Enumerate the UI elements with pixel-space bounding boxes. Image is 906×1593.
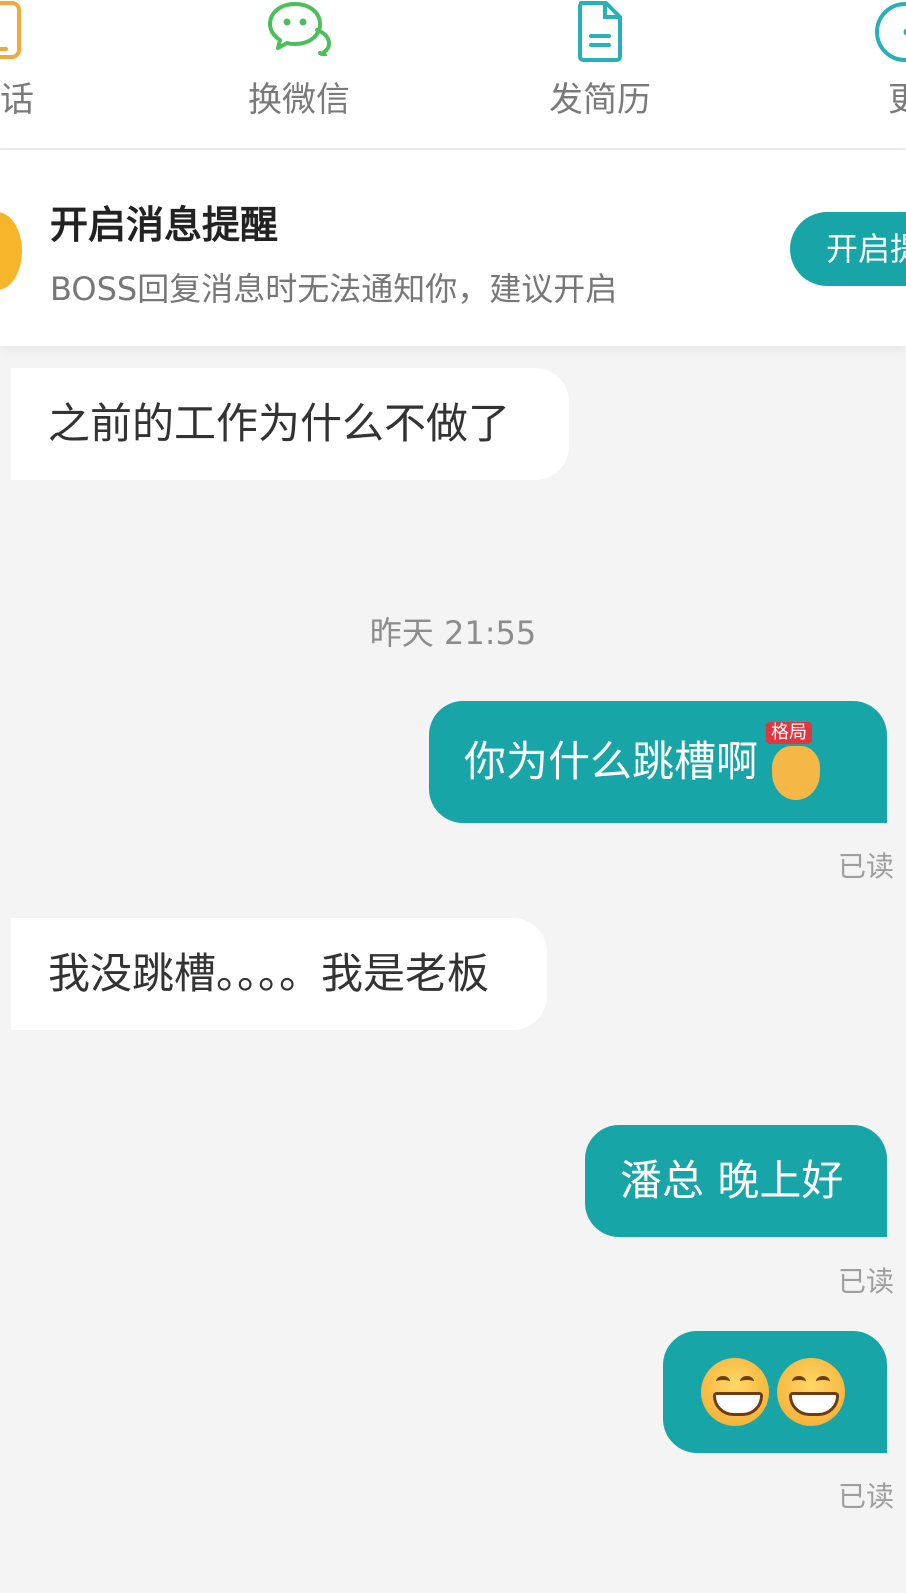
more-icon bbox=[875, 2, 906, 62]
message-text: 你为什么跳槽啊 bbox=[464, 737, 759, 786]
bell-icon bbox=[0, 212, 22, 290]
read-status: 已读 bbox=[837, 850, 894, 883]
more-action[interactable]: 更 bbox=[820, 0, 906, 140]
pinch-hand-emoji-icon: 格局 bbox=[758, 722, 826, 800]
message-text: 潘总 晚上好 bbox=[620, 1156, 844, 1205]
incoming-message[interactable]: 我没跳槽。。。。我是老板 bbox=[11, 918, 547, 1030]
outgoing-message[interactable]: 潘总 晚上好 bbox=[585, 1125, 887, 1237]
message-text: 之前的工作为什么不做了 bbox=[48, 399, 511, 448]
message-text: 我没跳槽。。。。我是老板 bbox=[48, 949, 490, 998]
resume-icon bbox=[578, 1, 622, 62]
outgoing-emoji-message[interactable] bbox=[663, 1331, 887, 1453]
phone-label: 电话 bbox=[0, 80, 34, 120]
phone-action[interactable]: 电话 bbox=[0, 0, 85, 140]
grinning-face-icon bbox=[701, 1358, 769, 1426]
incoming-message[interactable]: 之前的工作为什么不做了 bbox=[11, 368, 569, 480]
wechat-label: 换微信 bbox=[248, 80, 350, 120]
resume-action[interactable]: 发简历 bbox=[515, 0, 685, 140]
emoji-tag: 格局 bbox=[766, 722, 813, 744]
read-status: 已读 bbox=[837, 1480, 894, 1513]
grinning-face-icon bbox=[777, 1358, 845, 1426]
read-status: 已读 bbox=[837, 1265, 894, 1298]
outgoing-message[interactable]: 你为什么跳槽啊 格局 bbox=[429, 701, 887, 823]
wechat-icon bbox=[268, 2, 331, 56]
phone-icon bbox=[0, 1, 21, 59]
more-label: 更 bbox=[888, 80, 906, 120]
notification-banner: 开启消息提醒 BOSS回复消息时无法通知你，建议开启 开启提醒 bbox=[0, 150, 906, 346]
timestamp: 昨天 21:55 bbox=[369, 614, 537, 652]
wechat-action[interactable]: 换微信 bbox=[214, 0, 384, 140]
banner-title: 开启消息提醒 bbox=[50, 203, 279, 247]
top-action-bar: 电话 换微信 发简历 更 bbox=[0, 0, 906, 150]
enable-notifications-button[interactable]: 开启提醒 bbox=[790, 212, 906, 286]
hand-shape bbox=[772, 746, 821, 800]
resume-label: 发简历 bbox=[549, 80, 651, 120]
banner-description: BOSS回复消息时无法通知你，建议开启 bbox=[50, 270, 618, 308]
